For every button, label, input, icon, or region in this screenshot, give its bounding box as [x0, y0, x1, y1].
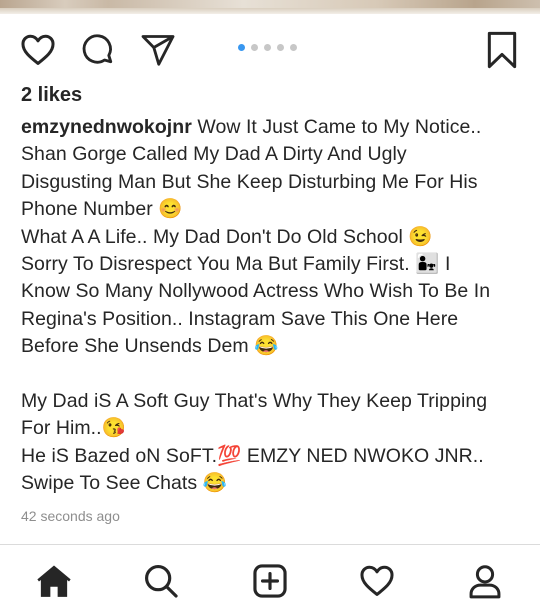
caption-line: For Him..😘 [21, 417, 126, 440]
post-image[interactable] [0, 0, 540, 14]
post-action-bar [0, 24, 540, 76]
caption-line: Swipe To See Chats 😂 [21, 472, 227, 495]
carousel-dot [238, 44, 245, 51]
post-timestamp: 42 seconds ago [21, 508, 120, 524]
carousel-dot [277, 44, 284, 51]
search-icon [145, 565, 178, 598]
post-caption: emzynednwokojnr Wow It Just Came to My N… [21, 114, 526, 498]
like-count[interactable]: 2 likes [21, 84, 82, 107]
caption-line: Sorry To Disrespect You Ma But Family Fi… [21, 253, 451, 276]
caption-line: Know So Many Nollywood Actress Who Wish … [21, 280, 491, 303]
home-icon [37, 565, 71, 597]
caption-line: Phone Number 😊 [21, 198, 183, 221]
activity-heart-icon [360, 565, 394, 596]
heart-icon [21, 34, 55, 65]
save-button[interactable] [482, 30, 522, 70]
carousel-indicator [238, 44, 297, 51]
caption-line: What A A Life.. My Dad Don't Do Old Scho… [21, 225, 433, 248]
carousel-dot [264, 44, 271, 51]
caption-line: Disgusting Man But She Keep Disturbing M… [21, 170, 478, 193]
nav-new-post[interactable] [248, 559, 292, 603]
caption-line: Regina's Position.. Instagram Save This … [21, 307, 459, 330]
nav-profile[interactable] [463, 559, 507, 603]
share-button[interactable] [138, 30, 178, 70]
caption-line: Wow It Just Came to My Notice.. [191, 116, 482, 138]
add-post-icon [253, 564, 287, 598]
carousel-dot [290, 44, 297, 51]
caption-line: Shan Gorge Called My Dad A Dirty And Ugl… [21, 143, 407, 166]
share-icon [141, 35, 175, 66]
caption-line: He iS Bazed oN SoFT.💯 EMZY NED NWOKO JNR… [21, 444, 484, 467]
bottom-navigation [0, 544, 540, 616]
nav-home[interactable] [32, 559, 76, 603]
bookmark-icon [487, 31, 517, 69]
caption-username[interactable]: emzynednwokojnr [21, 116, 192, 138]
caption-line: My Dad iS A Soft Guy That's Why They Kee… [21, 390, 488, 413]
nav-activity[interactable] [355, 559, 399, 603]
like-button[interactable] [18, 30, 58, 70]
profile-icon [469, 565, 501, 599]
carousel-dot [251, 44, 258, 51]
nav-search[interactable] [139, 559, 183, 603]
comment-button[interactable] [78, 30, 118, 70]
comment-icon [82, 34, 113, 64]
caption-line: Before She Unsends Dem 😂 [21, 335, 279, 358]
